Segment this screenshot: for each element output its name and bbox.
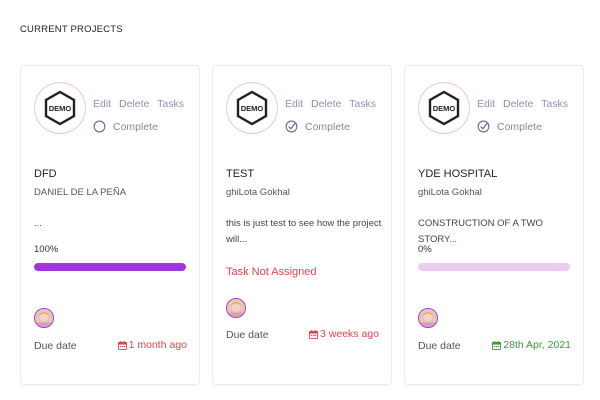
section-title: CURRENT PROJECTS (20, 24, 123, 35)
project-owner: ghiLota Gokhal (226, 187, 290, 198)
due-date-text: 1 month ago (128, 339, 187, 351)
edit-link[interactable]: Edit (285, 98, 303, 110)
project-logo: DEMO (34, 82, 86, 134)
project-card[interactable]: DEMO Edit Delete Tasks Complete DFD DANI… (20, 65, 200, 385)
check-circle-icon (477, 120, 490, 133)
logo-text: DEMO (433, 104, 456, 113)
edit-link[interactable]: Edit (477, 98, 495, 110)
user-avatar-icon (35, 309, 53, 327)
edit-link[interactable]: Edit (93, 98, 111, 110)
progress-bar (418, 263, 570, 271)
user-avatar-icon (227, 299, 245, 317)
tasks-link[interactable]: Tasks (157, 98, 184, 110)
progress-fill (34, 263, 186, 271)
project-name[interactable]: TEST (226, 168, 254, 180)
due-date-text: 3 weeks ago (320, 328, 379, 340)
user-avatar-icon (419, 309, 437, 327)
due-date-value: 3 weeks ago (309, 328, 379, 340)
calendar-icon (492, 340, 502, 350)
project-description: CONSTRUCTION OF A TWO STORY... (418, 218, 543, 245)
tasks-link[interactable]: Tasks (541, 98, 568, 110)
progress-bar (34, 263, 186, 271)
due-date-text: 28th Apr, 2021 (503, 339, 571, 351)
delete-link[interactable]: Delete (503, 98, 533, 110)
project-logo: DEMO (226, 82, 278, 134)
progress-label: 100% (34, 244, 59, 255)
avatar[interactable] (34, 308, 54, 328)
calendar-icon (309, 329, 319, 339)
project-owner: ghiLota Gokhal (418, 187, 482, 198)
project-owner: DANIEL DE LA PEÑA (34, 187, 127, 198)
calendar-icon (117, 340, 127, 350)
demo-logo-icon: DEMO (44, 90, 76, 126)
due-date-value: 28th Apr, 2021 (492, 339, 571, 351)
logo-text: DEMO (49, 104, 72, 113)
project-card[interactable]: DEMO Edit Delete Tasks Complete TEST ghi… (212, 65, 392, 385)
complete-toggle[interactable]: Complete (285, 120, 350, 133)
due-date-label: Due date (418, 340, 461, 352)
project-name[interactable]: DFD (34, 168, 57, 180)
status-label: Complete (113, 120, 158, 133)
card-actions: Edit Delete Tasks (285, 98, 376, 110)
demo-logo-icon: DEMO (236, 90, 268, 126)
task-not-assigned-notice: Task Not Assigned (226, 266, 317, 278)
check-circle-icon (285, 120, 298, 133)
logo-text: DEMO (241, 104, 264, 113)
project-card[interactable]: DEMO Edit Delete Tasks Complete YDE HOSP… (404, 65, 584, 385)
due-date-label: Due date (34, 340, 77, 352)
project-description: ... (34, 218, 42, 229)
card-actions: Edit Delete Tasks (477, 98, 568, 110)
avatar[interactable] (418, 308, 438, 328)
status-label: Complete (497, 120, 542, 133)
avatar[interactable] (226, 298, 246, 318)
project-name[interactable]: YDE HOSPITAL (418, 168, 497, 180)
card-actions: Edit Delete Tasks (93, 98, 184, 110)
project-logo: DEMO (418, 82, 470, 134)
complete-toggle[interactable]: Complete (477, 120, 542, 133)
delete-link[interactable]: Delete (311, 98, 341, 110)
status-label: Complete (305, 120, 350, 133)
complete-toggle[interactable]: Complete (93, 120, 158, 133)
project-description: this is just test to see how the project… (226, 218, 382, 245)
progress-label: 0% (418, 244, 432, 255)
demo-logo-icon: DEMO (428, 90, 460, 126)
delete-link[interactable]: Delete (119, 98, 149, 110)
due-date-value: 1 month ago (117, 339, 187, 351)
circle-icon (93, 120, 106, 133)
tasks-link[interactable]: Tasks (349, 98, 376, 110)
due-date-label: Due date (226, 329, 269, 341)
